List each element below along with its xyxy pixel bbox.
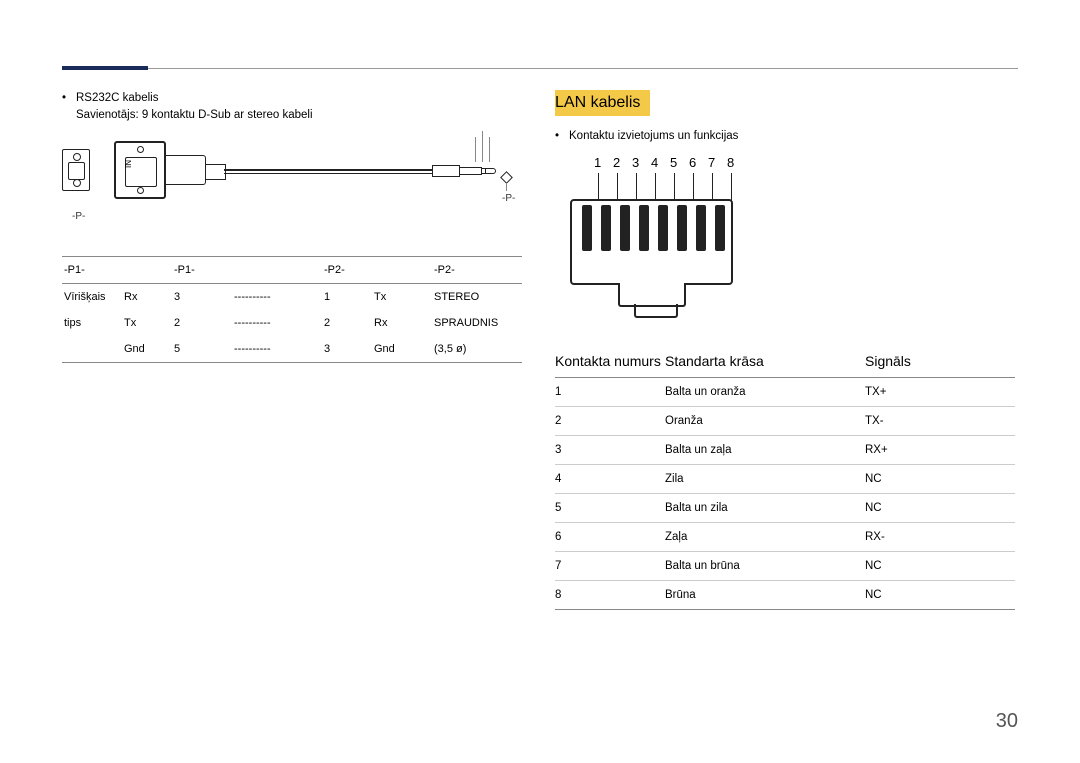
table-cell: Balta un zaļa — [665, 436, 865, 465]
table-cell: NC — [865, 494, 1015, 523]
rj45-pin-number: 7 — [708, 155, 715, 170]
col-header: Signāls — [865, 345, 1015, 378]
cable-line — [224, 169, 434, 171]
table-cell: RX- — [865, 523, 1015, 552]
rj45-clip-icon — [618, 283, 686, 307]
table-row: 1Balta un oranžaTX+ — [555, 378, 1015, 407]
table-cell: 2 — [555, 407, 665, 436]
rj45-lead-line — [693, 173, 694, 201]
rj45-lead-line — [617, 173, 618, 201]
rj45-lead-line — [731, 173, 732, 201]
table-cell: Balta un zila — [665, 494, 865, 523]
dsub-side-icon — [62, 149, 90, 191]
table-cell: Zaļa — [665, 523, 865, 552]
rs232-bullet: RS232C kabelis — [62, 90, 525, 107]
rj45-contact-icon — [677, 205, 687, 251]
table-row: 5Balta un zilaNC — [555, 494, 1015, 523]
table-cell: RX+ — [865, 436, 1015, 465]
top-accent — [62, 66, 148, 70]
rj45-pin-number: 5 — [670, 155, 677, 170]
table-cell: Oranža — [665, 407, 865, 436]
table-cell: 4 — [555, 465, 665, 494]
table-cell: Balta un oranža — [665, 378, 865, 407]
rj45-pin-number: 1 — [594, 155, 601, 170]
table-cell: 5 — [555, 494, 665, 523]
top-border — [62, 68, 1018, 69]
table-cell: NC — [865, 581, 1015, 610]
rj45-body-icon — [570, 199, 733, 285]
rj45-contact-icon — [601, 205, 611, 251]
backshell-icon — [166, 155, 206, 185]
lead-line — [475, 137, 476, 162]
rj45-lead-line — [636, 173, 637, 201]
page-number: 30 — [996, 710, 1018, 733]
table-row: 6ZaļaRX- — [555, 523, 1015, 552]
rs232-diagram: IN -P- -P- — [62, 131, 522, 246]
rj45-pin-number: 3 — [632, 155, 639, 170]
dsub-connector-icon: IN — [114, 141, 166, 199]
table-cell: Balta un brūna — [665, 552, 865, 581]
rj45-lead-line — [712, 173, 713, 201]
table-cell: TX- — [865, 407, 1015, 436]
table-cell: 1 — [555, 378, 665, 407]
table-cell: NC — [865, 465, 1015, 494]
rj45-contact-icon — [715, 205, 725, 251]
table-row: tipsTx2----------2RxSPRAUDNIS — [62, 310, 522, 336]
lan-bullet: Kontaktu izvietojums un funkcijas — [555, 128, 1018, 145]
rj45-lead-line — [655, 173, 656, 201]
rj45-contact-icon — [658, 205, 668, 251]
table-row: 8BrūnaNC — [555, 581, 1015, 610]
rj45-pin-number: 4 — [651, 155, 658, 170]
rj45-diagram: 12345678 — [570, 155, 770, 325]
rj45-lead-line — [674, 173, 675, 201]
right-column: LAN kabelis Kontaktu izvietojums un funk… — [555, 90, 1018, 610]
rj45-pin-number: 8 — [727, 155, 734, 170]
table-cell: 7 — [555, 552, 665, 581]
lan-title: LAN kabelis — [555, 90, 650, 116]
table-cell: NC — [865, 552, 1015, 581]
lead-line — [489, 137, 490, 162]
left-column: RS232C kabelis Savienotājs: 9 kontaktu D… — [62, 90, 525, 610]
rs232-pinout-table: -P1- -P1- -P2- -P2- VīrišķaisRx3--------… — [62, 256, 522, 363]
in-label: IN — [124, 160, 133, 168]
hex-icon — [500, 171, 513, 184]
lead-line — [482, 131, 483, 162]
cable-line2 — [224, 173, 434, 174]
rj45-pin-number: 6 — [689, 155, 696, 170]
table-cell: Zila — [665, 465, 865, 494]
rj45-contact-icon — [639, 205, 649, 251]
table-cell: 3 — [555, 436, 665, 465]
lan-pinout-table: Kontakta numurs Standarta krāsa Signāls … — [555, 345, 1015, 610]
stereo-plug-icon — [432, 162, 498, 180]
table-cell: 8 — [555, 581, 665, 610]
rj45-lead-line — [598, 173, 599, 201]
table-cell: 6 — [555, 523, 665, 552]
table-cell: Brūna — [665, 581, 865, 610]
table-row: 2OranžaTX- — [555, 407, 1015, 436]
table-header-row: Kontakta numurs Standarta krāsa Signāls — [555, 345, 1015, 378]
lan-table-body: 1Balta un oranžaTX+2OranžaTX-3Balta un z… — [555, 378, 1015, 610]
table-row: VīrišķaisRx3----------1TxSTEREO — [62, 284, 522, 311]
table-cell: TX+ — [865, 378, 1015, 407]
rj45-pin-number: 2 — [613, 155, 620, 170]
table-row: 3Balta un zaļaRX+ — [555, 436, 1015, 465]
rs232-subtext: Savienotājs: 9 kontaktu D-Sub ar stereo … — [62, 109, 525, 121]
table-row: -P1- -P1- -P2- -P2- — [62, 257, 522, 284]
rj45-contact-icon — [620, 205, 630, 251]
col-header: Standarta krāsa — [665, 345, 865, 378]
table-row: Gnd5----------3Gnd(3,5 ø) — [62, 336, 522, 363]
lead-line — [506, 183, 507, 191]
page-content: RS232C kabelis Savienotājs: 9 kontaktu D… — [62, 50, 1018, 610]
table-row: 4ZilaNC — [555, 465, 1015, 494]
p-label-right: -P- — [502, 193, 515, 204]
col-header: Kontakta numurs — [555, 345, 665, 378]
table-row: 7Balta un brūnaNC — [555, 552, 1015, 581]
rj45-contact-icon — [582, 205, 592, 251]
rj45-contact-icon — [696, 205, 706, 251]
p-label-left: -P- — [72, 211, 85, 222]
